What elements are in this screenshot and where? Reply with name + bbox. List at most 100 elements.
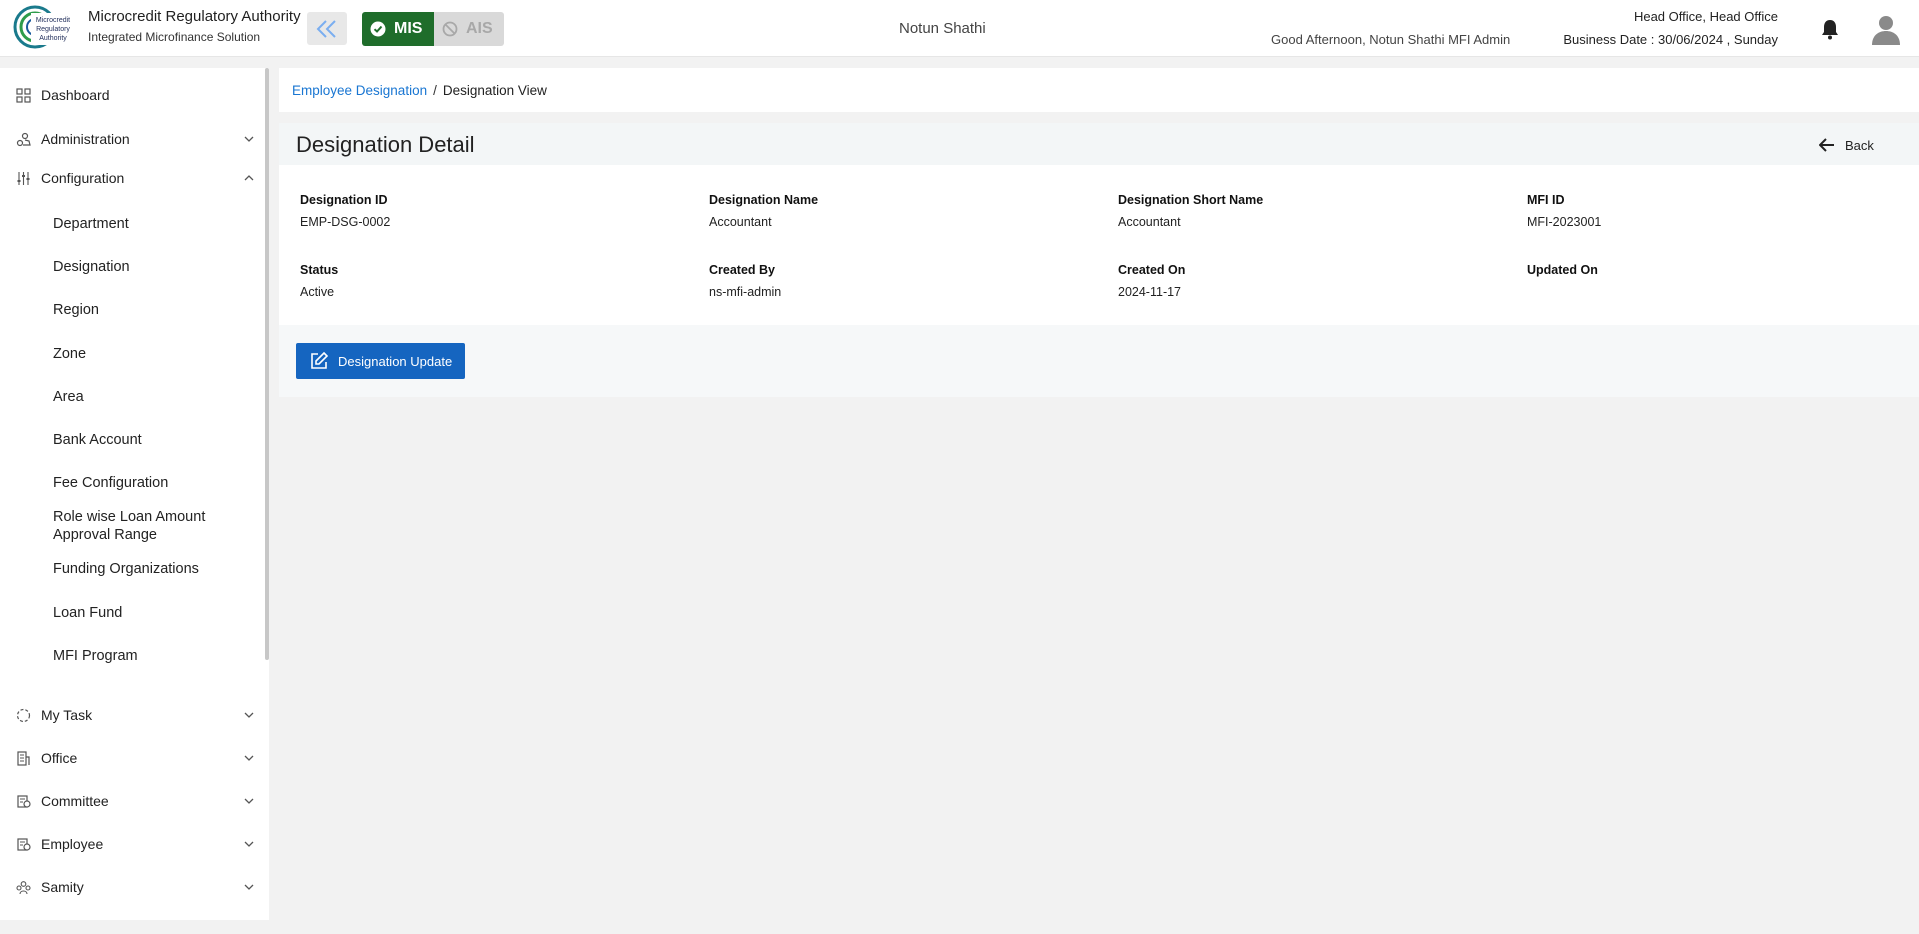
notification-bell-icon[interactable] [1820,18,1840,40]
card-header: Designation Detail Back [279,123,1919,165]
sidebar-item-samity[interactable]: Samity [0,872,262,902]
field-designation-name: Designation Name Accountant [709,193,1089,229]
field-label: Updated On [1527,263,1598,277]
designation-detail-card: Designation Detail Back Designation ID E… [279,123,1919,397]
mra-logo[interactable]: Microcredit Regulatory Authority [13,5,78,50]
field-updated-on: Updated On [1527,263,1907,285]
breadcrumb-current: Designation View [442,82,547,98]
sidebar-scrollbar[interactable] [265,68,269,660]
field-value: ns-mfi-admin [709,285,782,299]
sidebar-item-label: Dashboard [41,87,110,103]
breadcrumb: Employee Designation / Designation View [279,68,1919,112]
top-header: Microcredit Regulatory Authority Microcr… [0,0,1919,57]
field-value: Accountant [709,215,772,229]
spinner-icon [16,708,31,722]
greeting-text: Good Afternoon, Notun Shathi MFI Admin [1271,32,1511,47]
group-icon [16,880,31,894]
field-value: Active [300,285,335,299]
back-button[interactable]: Back [1819,133,1874,157]
sidebar-subitem-department[interactable]: Department [53,215,253,233]
sidebar-item-label: Office [41,750,78,766]
sidebar-item-label: Employee [41,836,104,852]
field-designation-id: Designation ID EMP-DSG-0002 [300,193,680,229]
business-date: Business Date : 30/06/2024 , Sunday [1563,32,1778,47]
field-value: 2024-11-17 [1118,285,1182,299]
field-label: MFI ID [1527,193,1565,207]
brand-title: Microcredit Regulatory Authority [88,8,301,25]
designation-update-label: Designation Update [338,353,453,369]
field-created-by: Created By ns-mfi-admin [709,263,1089,299]
check-circle-icon [370,21,386,37]
sidebar-subitem-loan-approval-range[interactable]: Role wise Loan Amount Approval Range [53,508,253,544]
sidebar-subitem-funding-organizations[interactable]: Funding Organizations [53,560,253,578]
sidebar-item-committee[interactable]: Committee [0,786,262,816]
sidebar-item-employee[interactable]: Employee [0,829,262,859]
detail-fields: Designation ID EMP-DSG-0002 Designation … [279,165,1919,325]
chevron-down-icon [244,884,254,890]
sidebar-subitem-bank-account[interactable]: Bank Account [53,431,253,449]
logo-line-1: Microcredit [36,17,70,24]
chevron-down-icon [244,841,254,847]
sidebar-item-my-task[interactable]: My Task [0,700,262,730]
organization-name: Notun Shathi [899,20,986,37]
sidebar-item-configuration[interactable]: Configuration [0,163,262,193]
user-avatar-icon[interactable] [1869,12,1903,46]
sidebar-subitem-mfi-program[interactable]: MFI Program [53,647,253,665]
chevron-down-icon [244,712,254,718]
sidebar-item-administration[interactable]: Administration [0,124,262,154]
chevron-down-icon [244,755,254,761]
breadcrumb-separator: / [433,82,437,98]
logo-line-2: Regulatory [36,26,70,33]
edit-icon [311,351,329,369]
employee-icon [17,837,31,851]
sidebar-item-dashboard[interactable]: Dashboard [0,80,262,110]
field-created-on: Created On 2024-11-17 [1118,263,1498,299]
double-chevron-left-icon [316,19,336,38]
sidebar-item-label: My Task [41,707,93,723]
sidebar-subitem-fee-configuration[interactable]: Fee Configuration [53,474,253,492]
logo-line-3: Authority [39,35,67,42]
breadcrumb-link-employee-designation[interactable]: Employee Designation [292,83,427,98]
sidebar-subitem-region[interactable]: Region [53,301,253,319]
field-value: EMP-DSG-0002 [300,215,391,229]
users-icon [16,132,31,146]
field-value: Accountant [1118,215,1181,229]
sidebar-item-label: Administration [41,131,130,147]
designation-update-button[interactable]: Designation Update [296,343,465,379]
grid-icon [16,87,31,103]
field-label: Status [300,263,339,277]
field-label: Designation Name [709,193,819,207]
ais-toggle-button[interactable]: AIS [434,12,504,46]
field-value: MFI-2023001 [1527,215,1602,229]
field-label: Created By [709,263,775,277]
sidebar-subitem-zone[interactable]: Zone [53,345,253,363]
ban-icon [442,21,458,37]
collapse-sidebar-button[interactable] [307,12,347,45]
mis-label: MIS [394,20,423,37]
chevron-down-icon [244,136,254,142]
chevron-down-icon [244,798,254,804]
brand-subtitle: Integrated Microfinance Solution [88,30,261,44]
sidebar-item-label: Configuration [41,170,125,186]
back-label: Back [1845,137,1874,153]
sliders-icon [17,171,30,185]
sidebar-subitem-area[interactable]: Area [53,388,253,406]
field-label: Designation Short Name [1118,193,1264,207]
sidebar: Dashboard Administration Configuration D… [0,68,269,920]
page-title: Designation Detail [296,132,475,157]
field-status: Status Active [300,263,680,299]
sidebar-item-office[interactable]: Office [0,743,262,773]
field-designation-short-name: Designation Short Name Accountant [1118,193,1498,229]
chevron-up-icon [244,175,254,181]
arrow-left-icon [1819,138,1834,152]
building-icon [17,750,30,766]
ais-label: AIS [466,20,493,37]
field-mfi-id: MFI ID MFI-2023001 [1527,193,1907,229]
office-name: Head Office, Head Office [1633,9,1778,24]
sidebar-item-label: Committee [41,793,109,809]
field-label: Designation ID [300,193,388,207]
committee-icon [17,794,31,808]
sidebar-subitem-designation[interactable]: Designation [53,258,253,276]
sidebar-subitem-loan-fund[interactable]: Loan Fund [53,604,253,622]
mis-toggle-button[interactable]: MIS [362,12,434,46]
